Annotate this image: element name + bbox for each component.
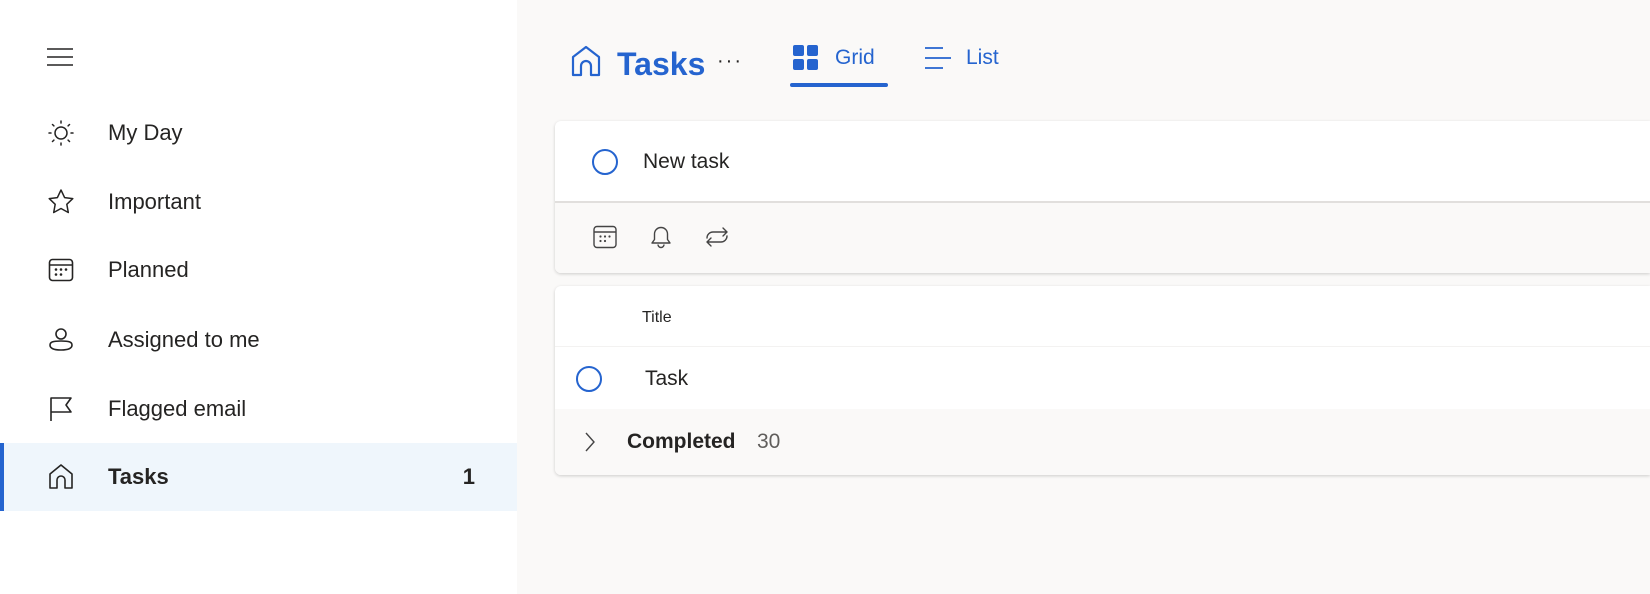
tab-list-label: List <box>966 46 999 70</box>
table-row[interactable]: Task <box>555 347 1650 409</box>
sidebar-item-label: Tasks <box>108 464 169 490</box>
completed-label: Completed <box>627 430 736 454</box>
column-header-title[interactable]: Title <box>642 309 672 327</box>
sidebar-item-my-day[interactable]: My Day <box>0 99 517 167</box>
add-task-input[interactable]: New task <box>555 121 1650 203</box>
add-task-placeholder: New task <box>643 150 729 174</box>
tab-list[interactable]: List <box>922 40 1012 90</box>
calendar-icon <box>46 255 76 285</box>
sidebar-item-tasks[interactable]: Tasks 1 <box>0 443 517 511</box>
add-task-circle-icon <box>592 149 618 175</box>
due-date-calendar-icon[interactable] <box>593 225 617 249</box>
tab-grid[interactable]: Grid <box>790 40 888 90</box>
sidebar: My Day Important Planned Assigned to me … <box>0 0 517 594</box>
add-task-toolbar <box>555 203 1650 273</box>
page-title: Tasks <box>617 46 705 83</box>
tab-grid-label: Grid <box>835 46 875 70</box>
repeat-icon[interactable] <box>703 225 731 249</box>
sidebar-item-label: Important <box>108 189 201 215</box>
flag-icon <box>46 394 76 424</box>
complete-task-checkbox[interactable] <box>576 366 602 392</box>
more-options-button[interactable]: ··· <box>717 50 743 73</box>
home-icon <box>46 462 76 492</box>
hamburger-menu-button[interactable] <box>44 44 76 70</box>
active-tab-indicator <box>790 83 888 87</box>
sidebar-item-label: Assigned to me <box>108 327 260 353</box>
task-table: Title Task Completed 30 <box>555 286 1650 475</box>
completed-count: 30 <box>757 430 780 454</box>
sidebar-item-flagged-email[interactable]: Flagged email <box>0 375 517 443</box>
star-icon <box>46 187 76 217</box>
hamburger-icon <box>44 44 76 70</box>
sidebar-item-label: Flagged email <box>108 396 246 422</box>
grid-icon <box>793 45 819 71</box>
list-title-icon <box>570 44 602 78</box>
sidebar-item-important[interactable]: Important <box>0 168 517 236</box>
sidebar-item-planned[interactable]: Planned <box>0 236 517 304</box>
list-icon <box>924 46 952 70</box>
sidebar-item-label: Planned <box>108 257 189 283</box>
reminder-bell-icon[interactable] <box>649 224 673 250</box>
chevron-right-icon <box>583 431 597 453</box>
person-icon <box>46 325 76 355</box>
table-header: Title <box>555 286 1650 347</box>
task-count-badge: 1 <box>463 464 475 490</box>
sun-icon <box>46 118 76 148</box>
sidebar-item-assigned-to-me[interactable]: Assigned to me <box>0 306 517 374</box>
add-task-card: New task <box>555 121 1650 273</box>
completed-section-toggle[interactable]: Completed 30 <box>555 409 1650 475</box>
sidebar-item-label: My Day <box>108 120 183 146</box>
task-title: Task <box>645 367 688 391</box>
home-icon <box>570 44 602 78</box>
